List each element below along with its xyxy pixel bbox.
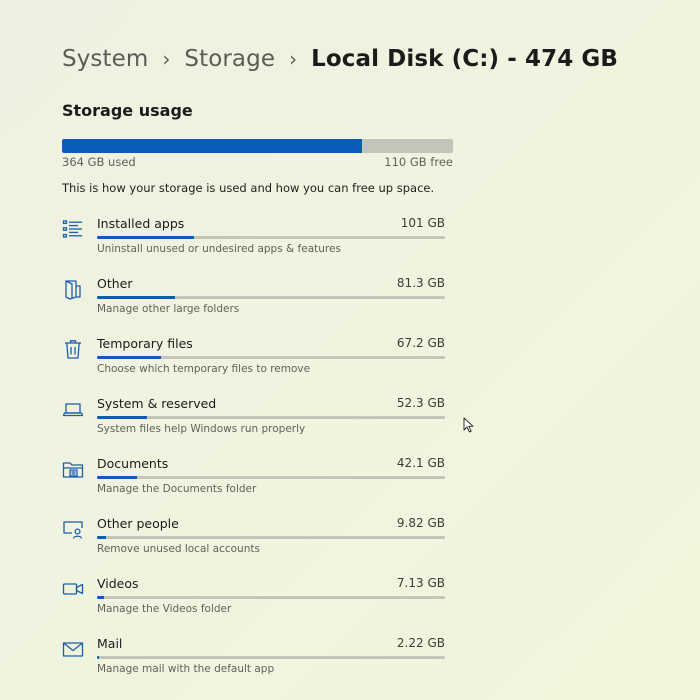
category-usage-fill [97,596,104,599]
category-size: 7.13 GB [396,576,445,590]
category-temporary-files[interactable]: Temporary files 67.2 GB Choose which tem… [62,336,462,388]
category-usage-fill [97,296,175,299]
storage-usage-bar [62,139,453,153]
category-description: Manage mail with the default app [97,663,275,675]
category-size: 2.22 GB [396,636,445,650]
storage-usage-heading: Storage usage [62,101,193,120]
breadcrumb-separator: › [162,47,171,71]
category-videos[interactable]: Videos 7.13 GB Manage the Videos folder [62,576,462,628]
category-usage-bar [97,356,445,359]
free-space-label: 110 GB free [384,155,453,169]
category-size: 101 GB [400,216,445,230]
category-size: 42.1 GB [396,456,445,470]
category-usage-bar [97,416,445,419]
category-usage-fill [97,416,148,419]
category-system-reserved[interactable]: System & reserved 52.3 GB System files h… [62,396,462,448]
category-usage-bar [97,296,445,299]
category-size: 81.3 GB [396,276,445,290]
category-usage-fill [97,356,162,359]
category-mail[interactable]: Mail 2.22 GB Manage mail with the defaul… [62,636,462,688]
category-size: 52.3 GB [396,396,445,410]
category-size: 67.2 GB [396,336,445,350]
category-description: Remove unused local accounts [97,543,260,555]
category-installed-apps[interactable]: Installed apps 101 GB Uninstall unused o… [62,216,462,268]
category-usage-fill [97,536,107,539]
category-usage-bar [97,536,445,539]
mouse-pointer-icon [463,417,474,433]
category-usage-bar [97,656,445,659]
laptop-icon [62,398,84,420]
category-usage-fill [97,476,138,479]
category-usage-bar [97,476,445,479]
trash-icon [62,338,84,360]
folder-other-icon [62,278,84,300]
category-usage-fill [97,236,194,239]
category-description: Manage the Videos folder [97,603,232,615]
category-description: Choose which temporary files to remove [97,363,311,375]
apps-list-icon [62,218,84,240]
page-title: Local Disk (C:) - 474 GB [311,46,619,72]
category-usage-bar [97,596,445,599]
category-documents[interactable]: Documents 42.1 GB Manage the Documents f… [62,456,462,508]
category-usage-bar [97,236,445,239]
category-other[interactable]: Other 81.3 GB Manage other large folders [62,276,462,328]
category-description: Manage the Documents folder [97,483,257,495]
category-description: System files help Windows run properly [97,423,306,435]
category-size: 9.82 GB [396,516,445,530]
storage-usage-fill [62,139,363,153]
mail-icon [62,638,84,660]
category-usage-fill [97,656,100,659]
storage-description: This is how your storage is used and how… [62,181,435,195]
breadcrumb: System › Storage › Local Disk (C:) - 474… [62,46,618,72]
category-description: Manage other large folders [97,303,240,315]
category-other-people[interactable]: Other people 9.82 GB Remove unused local… [62,516,462,568]
category-description: Uninstall unused or undesired apps & fea… [97,243,341,255]
breadcrumb-item-storage[interactable]: Storage [184,46,275,72]
video-camera-icon [62,578,84,600]
breadcrumb-item-system[interactable]: System [62,46,148,72]
breadcrumb-separator: › [289,47,298,71]
documents-folder-icon [62,458,84,480]
person-monitor-icon [62,518,84,540]
